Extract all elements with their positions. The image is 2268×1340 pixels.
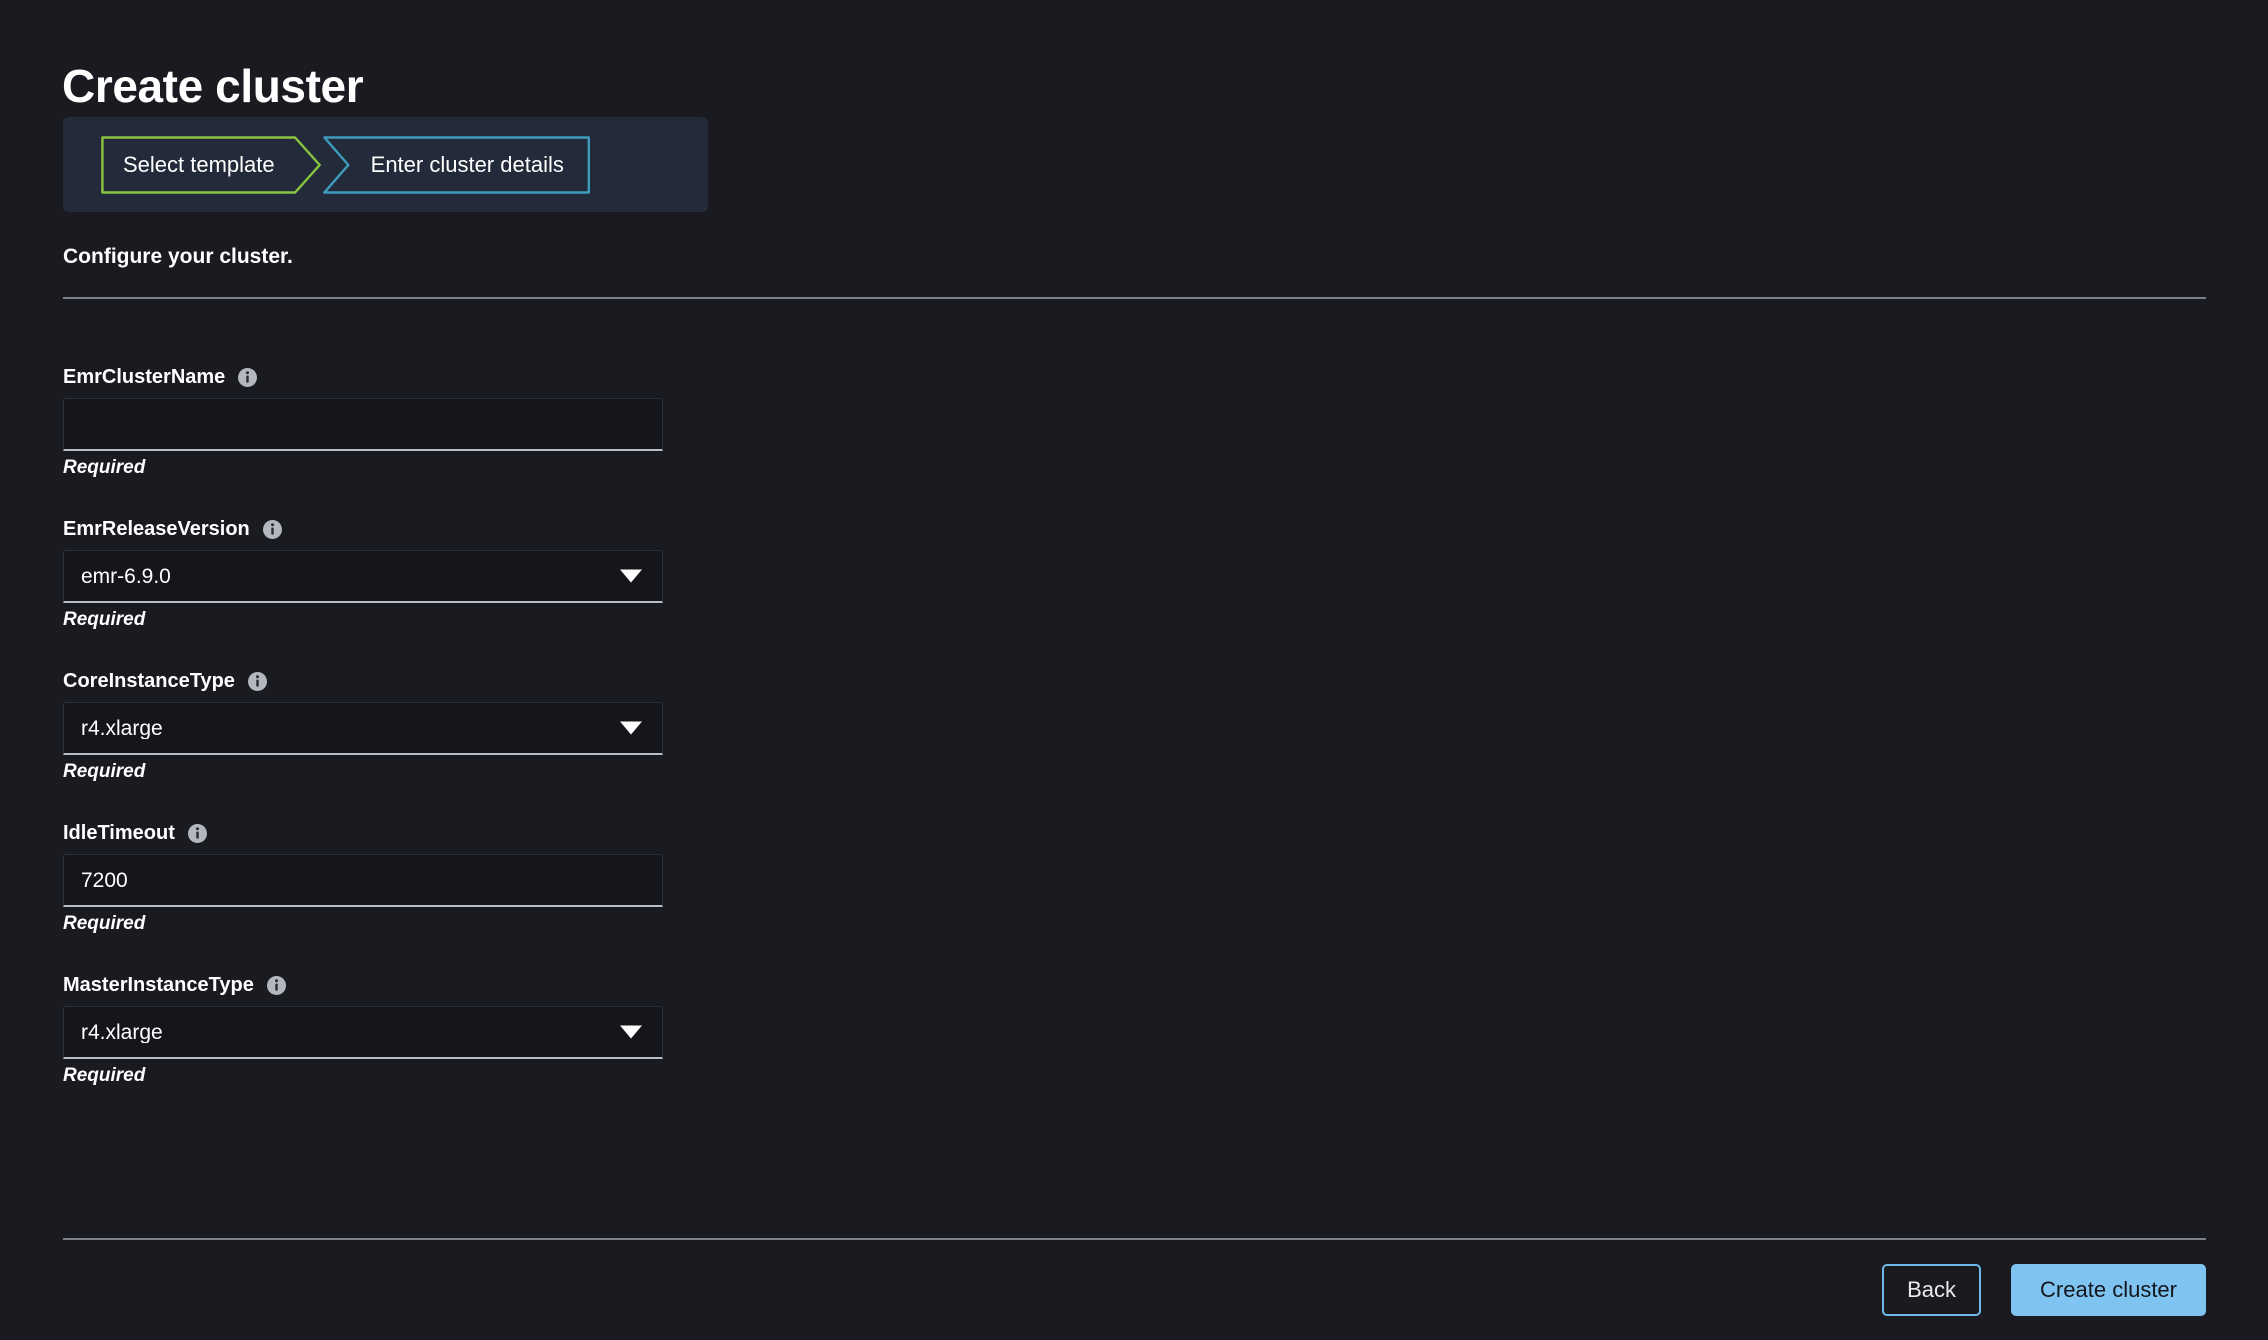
back-button[interactable]: Back bbox=[1882, 1264, 1982, 1316]
field-hint: Required bbox=[63, 761, 146, 782]
field-emrreleaseversion: EmrReleaseVersion emr-6.9.0 Required bbox=[63, 517, 683, 629]
field-emrclustername: EmrClusterName Required bbox=[63, 365, 683, 477]
field-hint: Required bbox=[63, 457, 146, 478]
field-label: EmrClusterName bbox=[63, 366, 226, 388]
page-subtitle: Configure your cluster. bbox=[63, 245, 293, 268]
chevron-down-icon bbox=[620, 721, 642, 735]
masterinstancetype-select[interactable]: r4.xlarge bbox=[63, 1006, 663, 1059]
chevron-down-icon bbox=[620, 1025, 642, 1039]
create-cluster-button[interactable]: Create cluster bbox=[2011, 1264, 2206, 1316]
wizard-steps: Select template Enter cluster details bbox=[101, 136, 590, 194]
emrclustername-input[interactable] bbox=[63, 398, 663, 451]
coreinstancetype-select[interactable]: r4.xlarge bbox=[63, 702, 663, 755]
page-title: Create cluster bbox=[62, 59, 364, 112]
wizard-step-label: Enter cluster details bbox=[370, 152, 564, 177]
info-icon[interactable] bbox=[247, 671, 268, 692]
emrreleaseversion-select[interactable]: emr-6.9.0 bbox=[63, 550, 663, 603]
field-label-row: IdleTimeout bbox=[63, 821, 683, 845]
field-label-row: EmrClusterName bbox=[63, 365, 683, 389]
wizard-step-select-template[interactable]: Select template bbox=[101, 136, 321, 194]
wizard-steps-panel: Select template Enter cluster details bbox=[63, 117, 708, 212]
field-idletimeout: IdleTimeout 7200 Required bbox=[63, 821, 683, 933]
select-value: emr-6.9.0 bbox=[81, 565, 171, 587]
divider-top bbox=[63, 297, 2206, 299]
field-label: MasterInstanceType bbox=[63, 974, 254, 996]
wizard-step-enter-cluster-details[interactable]: Enter cluster details bbox=[323, 136, 590, 194]
footer-actions: Back Create cluster bbox=[1882, 1264, 2206, 1316]
field-label: CoreInstanceType bbox=[63, 670, 235, 692]
field-label: EmrReleaseVersion bbox=[63, 518, 250, 540]
info-icon[interactable] bbox=[262, 519, 283, 540]
divider-bottom bbox=[63, 1238, 2206, 1240]
field-hint: Required bbox=[63, 609, 146, 630]
select-value: r4.xlarge bbox=[81, 1021, 163, 1043]
input-value: 7200 bbox=[81, 869, 128, 891]
idletimeout-input[interactable]: 7200 bbox=[63, 854, 663, 907]
select-value: r4.xlarge bbox=[81, 717, 163, 739]
cluster-config-form: EmrClusterName Required EmrReleaseVersio… bbox=[63, 365, 683, 1085]
wizard-step-label: Select template bbox=[123, 152, 275, 177]
chevron-down-icon bbox=[620, 569, 642, 583]
field-coreinstancetype: CoreInstanceType r4.xlarge Required bbox=[63, 669, 683, 781]
info-icon[interactable] bbox=[237, 367, 258, 388]
field-label-row: CoreInstanceType bbox=[63, 669, 683, 693]
info-icon[interactable] bbox=[266, 975, 287, 996]
field-masterinstancetype: MasterInstanceType r4.xlarge Required bbox=[63, 973, 683, 1085]
field-hint: Required bbox=[63, 913, 146, 934]
field-label-row: MasterInstanceType bbox=[63, 973, 683, 997]
field-label: IdleTimeout bbox=[63, 822, 175, 844]
info-icon[interactable] bbox=[187, 823, 208, 844]
field-label-row: EmrReleaseVersion bbox=[63, 517, 683, 541]
field-hint: Required bbox=[63, 1065, 146, 1086]
create-cluster-page: Create cluster Select template Enter clu… bbox=[0, 0, 2268, 1340]
